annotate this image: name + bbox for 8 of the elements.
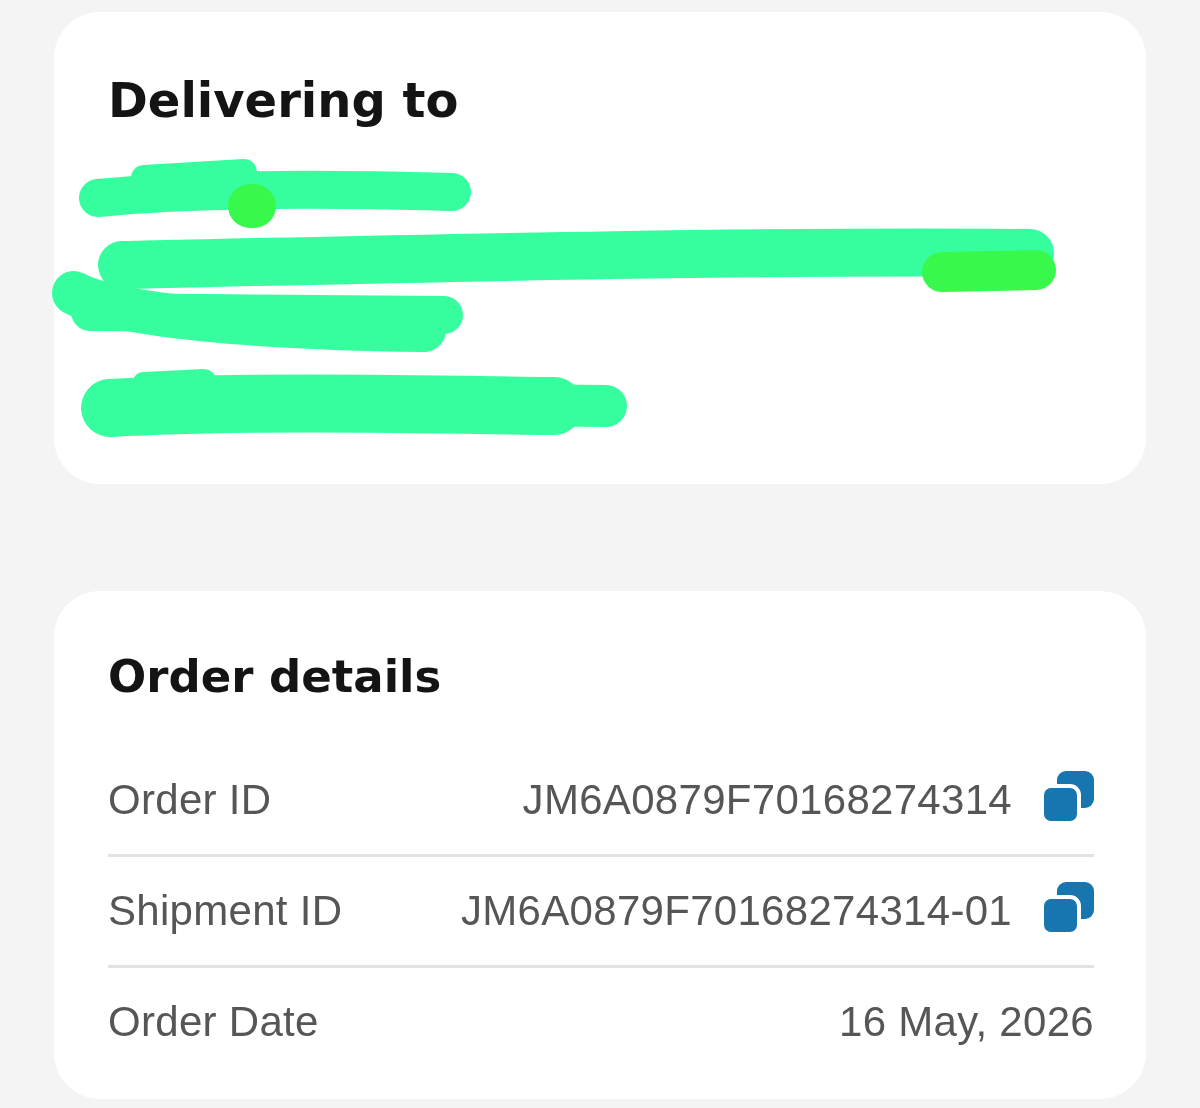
field-value: 16 May, 2026	[839, 998, 1094, 1046]
field-label: Shipment ID	[108, 887, 343, 935]
field-label: Order ID	[108, 776, 272, 824]
field-value: JM6A0879F70168274314	[522, 776, 1012, 824]
section-title: Delivering to	[108, 71, 459, 129]
field-label: Order Date	[108, 998, 319, 1046]
section-title: Order details	[108, 650, 442, 704]
field-value: JM6A0879F70168274314-01	[461, 887, 1012, 935]
